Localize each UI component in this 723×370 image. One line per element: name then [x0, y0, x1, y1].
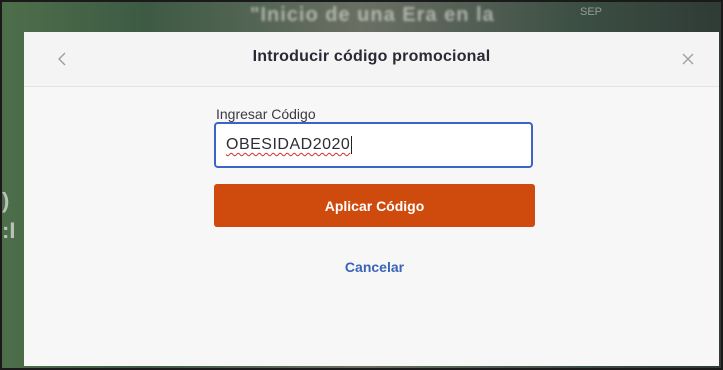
window-frame	[0, 0, 723, 370]
